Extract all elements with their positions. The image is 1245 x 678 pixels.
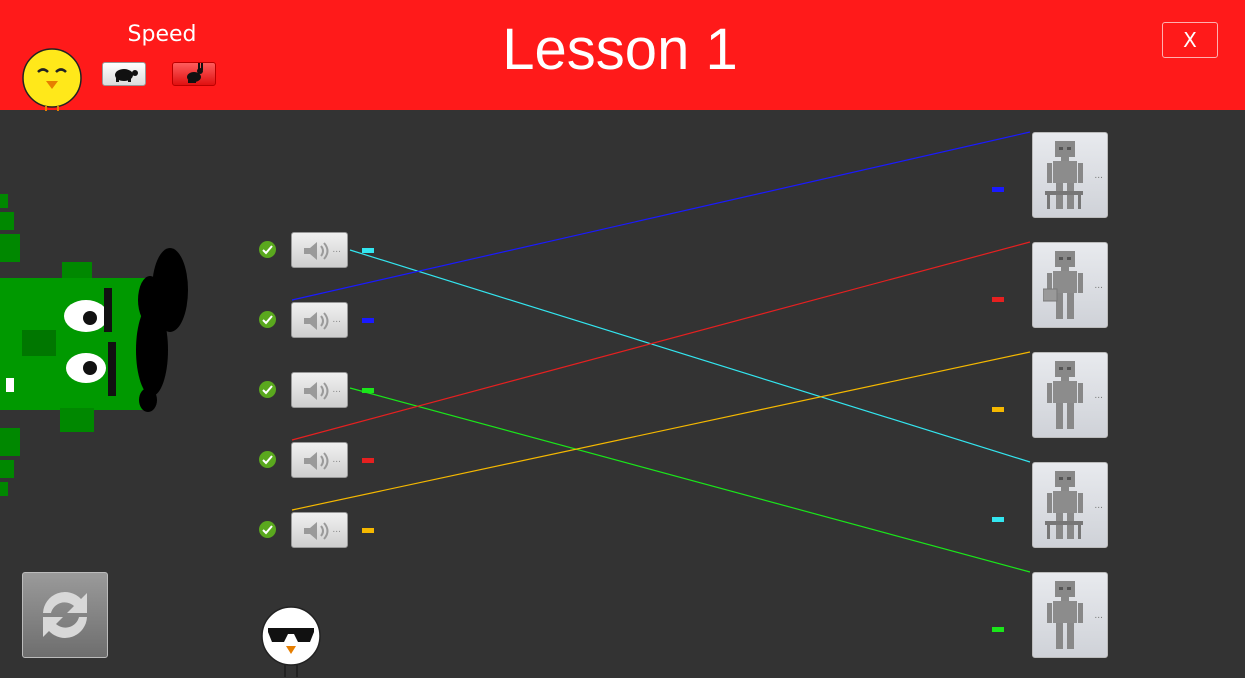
more-dots: ... [1094, 501, 1103, 511]
check-icon [259, 241, 276, 258]
more-dots: ... [332, 455, 341, 465]
left-color-marker[interactable] [362, 388, 374, 393]
left-color-marker[interactable] [362, 318, 374, 323]
connection-line [349, 387, 1031, 573]
connection-line [291, 351, 1031, 511]
picture-card-5[interactable]: ... [1032, 572, 1108, 658]
reset-button[interactable] [22, 572, 108, 658]
robot-standing-icon [1047, 361, 1083, 429]
check-icon [259, 521, 276, 538]
left-color-marker[interactable] [362, 458, 374, 463]
right-color-marker[interactable] [992, 187, 1004, 192]
robot-with-box-icon [1043, 251, 1083, 319]
left-color-marker[interactable] [362, 248, 374, 253]
check-icon [259, 311, 276, 328]
cool-bird-mascot-icon [261, 606, 321, 677]
picture-card-2[interactable]: ... [1032, 242, 1108, 328]
robot-standing-icon [1047, 581, 1083, 649]
sound-button-2[interactable]: ... [291, 302, 348, 338]
robot-sitting-icon [1045, 141, 1083, 209]
more-dots: ... [1094, 171, 1103, 181]
right-color-marker[interactable] [992, 297, 1004, 302]
connection-line [291, 131, 1031, 301]
more-dots: ... [1094, 281, 1103, 291]
connection-line [349, 249, 1031, 463]
robot-sitting-icon [1045, 471, 1083, 539]
right-color-marker[interactable] [992, 407, 1004, 412]
more-dots: ... [332, 245, 341, 255]
more-dots: ... [1094, 391, 1103, 401]
more-dots: ... [332, 315, 341, 325]
more-dots: ... [332, 385, 341, 395]
check-icon [259, 451, 276, 468]
more-dots: ... [332, 525, 341, 535]
sound-button-4[interactable]: ... [291, 442, 348, 478]
check-icon [259, 381, 276, 398]
sound-button-1[interactable]: ... [291, 232, 348, 268]
sound-button-5[interactable]: ... [291, 512, 348, 548]
connection-line [291, 241, 1031, 441]
more-dots: ... [1094, 611, 1103, 621]
refresh-icon [43, 592, 87, 638]
left-color-marker[interactable] [362, 528, 374, 533]
picture-card-4[interactable]: ... [1032, 462, 1108, 548]
picture-card-3[interactable]: ... [1032, 352, 1108, 438]
sound-button-3[interactable]: ... [291, 372, 348, 408]
picture-card-1[interactable]: ... [1032, 132, 1108, 218]
right-color-marker[interactable] [992, 627, 1004, 632]
right-color-marker[interactable] [992, 517, 1004, 522]
